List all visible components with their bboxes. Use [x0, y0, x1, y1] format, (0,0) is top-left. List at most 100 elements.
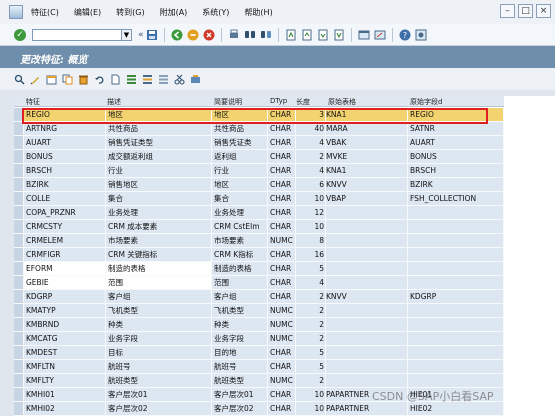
cell-description[interactable]: 范围 [106, 276, 212, 289]
row-selector[interactable] [14, 360, 24, 373]
table-row[interactable]: EFORM 制造的表格 制造的表格 CHAR 5 [14, 262, 504, 276]
cell-original-field[interactable]: BRSCH [408, 164, 504, 177]
menu-extras[interactable]: 附加(A) [160, 7, 188, 18]
cell-original-field[interactable]: BONUS [408, 150, 504, 163]
cell-original-table[interactable] [326, 248, 408, 261]
table-row[interactable]: BONUS 成交额返利组 返利组 CHAR 2 MVKE BONUS [14, 150, 504, 164]
row-selector[interactable] [14, 304, 24, 317]
cell-length[interactable]: 10 [296, 402, 326, 415]
cell-dtyp[interactable]: CHAR [268, 360, 296, 373]
cell-feature[interactable]: KMFLTY [24, 374, 106, 387]
row-selector[interactable] [14, 276, 24, 289]
undo-change-icon[interactable] [94, 74, 105, 85]
cell-original-table[interactable]: VBAP [326, 192, 408, 205]
cell-short-text[interactable]: 返利组 [212, 150, 268, 163]
document-icon[interactable] [110, 74, 121, 85]
column-header-dtyp[interactable]: DTyp [270, 97, 287, 105]
cell-short-text[interactable]: 目的地 [212, 346, 268, 359]
cell-length[interactable]: 2 [296, 374, 326, 387]
cell-description[interactable]: 业务字段 [106, 332, 212, 345]
minimize-icon[interactable]: – [500, 4, 515, 18]
cell-original-table[interactable] [326, 262, 408, 275]
first-page-icon[interactable] [285, 29, 297, 41]
cell-dtyp[interactable]: CHAR [268, 192, 296, 205]
cell-dtyp[interactable]: CHAR [268, 276, 296, 289]
cell-feature[interactable]: KMHI02 [24, 402, 106, 415]
row-selector[interactable] [14, 178, 24, 191]
cell-short-text[interactable]: 范围 [212, 276, 268, 289]
select-all-icon[interactable] [126, 74, 137, 85]
row-selector[interactable] [14, 248, 24, 261]
cell-original-field[interactable] [408, 332, 504, 345]
column-header-original-field[interactable]: 原始字段d [410, 97, 442, 107]
cell-dtyp[interactable]: NUMC [268, 318, 296, 331]
cell-short-text[interactable]: 地区 [212, 178, 268, 191]
cell-short-text[interactable]: 业务字段 [212, 332, 268, 345]
last-page-icon[interactable] [333, 29, 345, 41]
cell-feature[interactable]: KMCATG [24, 332, 106, 345]
cell-original-table[interactable] [326, 360, 408, 373]
select-block-icon[interactable] [142, 74, 153, 85]
cell-description[interactable]: 销售地区 [106, 178, 212, 191]
cell-original-table[interactable] [326, 374, 408, 387]
cell-original-table[interactable]: KNVV [326, 290, 408, 303]
table-row[interactable]: ARTNRG 共性商品 共性商品 CHAR 40 MARA SATNR [14, 122, 504, 136]
cell-dtyp[interactable]: CHAR [268, 178, 296, 191]
table-row[interactable]: CRMCSTY CRM 成本要素 CRM CstElm CHAR 10 [14, 220, 504, 234]
table-row[interactable]: BZIRK 销售地区 地区 CHAR 6 KNVV BZIRK [14, 178, 504, 192]
cell-description[interactable]: 销售凭证类型 [106, 136, 212, 149]
cell-original-field[interactable]: AUART [408, 136, 504, 149]
cell-dtyp[interactable]: CHAR [268, 346, 296, 359]
cell-description[interactable]: 制造的表格 [106, 262, 212, 275]
cell-description[interactable]: 业务处理 [106, 206, 212, 219]
column-header-description[interactable]: 描述 [107, 97, 121, 107]
cell-original-field[interactable] [408, 276, 504, 289]
cell-original-table[interactable] [326, 234, 408, 247]
find-icon[interactable] [244, 29, 256, 41]
cell-feature[interactable]: KMBRND [24, 318, 106, 331]
cell-dtyp[interactable]: NUMC [268, 374, 296, 387]
exit-icon[interactable] [187, 29, 199, 41]
table-row[interactable]: KMFLTN 航班号 航班号 CHAR 5 [14, 360, 504, 374]
cell-dtyp[interactable]: NUMC [268, 332, 296, 345]
cell-feature[interactable]: BONUS [24, 150, 106, 163]
cell-length[interactable]: 12 [296, 206, 326, 219]
row-selector[interactable] [14, 262, 24, 275]
cell-length[interactable]: 10 [296, 388, 326, 401]
cell-dtyp[interactable]: CHAR [268, 402, 296, 415]
row-selector[interactable] [14, 402, 24, 415]
cell-short-text[interactable]: 飞机类型 [212, 304, 268, 317]
row-selector[interactable] [14, 388, 24, 401]
cell-original-field[interactable] [408, 374, 504, 387]
cell-short-text[interactable]: 客户组 [212, 290, 268, 303]
row-selector[interactable] [14, 290, 24, 303]
row-selector[interactable] [14, 136, 24, 149]
cell-original-table[interactable] [326, 304, 408, 317]
history-back-icon[interactable]: « [138, 30, 144, 40]
cell-original-field[interactable] [408, 234, 504, 247]
table-row[interactable]: KMATYP 飞机类型 飞机类型 NUMC 2 [14, 304, 504, 318]
row-selector[interactable] [14, 220, 24, 233]
cell-description[interactable]: 目标 [106, 346, 212, 359]
cell-length[interactable]: 4 [296, 276, 326, 289]
menu-characteristic[interactable]: 特征(C) [31, 7, 59, 18]
customize-layout-icon[interactable] [415, 29, 427, 41]
new-session-icon[interactable] [358, 29, 370, 41]
cell-length[interactable]: 10 [296, 220, 326, 233]
row-selector[interactable] [14, 346, 24, 359]
command-dropdown-icon[interactable]: ▼ [122, 28, 132, 41]
cell-original-field[interactable]: BZIRK [408, 178, 504, 191]
cell-dtyp[interactable]: CHAR [268, 290, 296, 303]
cell-feature[interactable]: KMFLTN [24, 360, 106, 373]
command-field[interactable] [32, 28, 122, 41]
cell-dtyp[interactable]: NUMC [268, 234, 296, 247]
cell-length[interactable]: 16 [296, 248, 326, 261]
cell-original-field[interactable] [408, 360, 504, 373]
cell-short-text[interactable]: 行业 [212, 164, 268, 177]
menu-goto[interactable]: 转到(G) [116, 7, 144, 18]
column-header-feature[interactable]: 特征 [26, 97, 40, 107]
cell-length[interactable]: 10 [296, 192, 326, 205]
help-icon[interactable]: ? [399, 29, 411, 41]
row-selector[interactable] [14, 206, 24, 219]
cell-length[interactable]: 5 [296, 346, 326, 359]
